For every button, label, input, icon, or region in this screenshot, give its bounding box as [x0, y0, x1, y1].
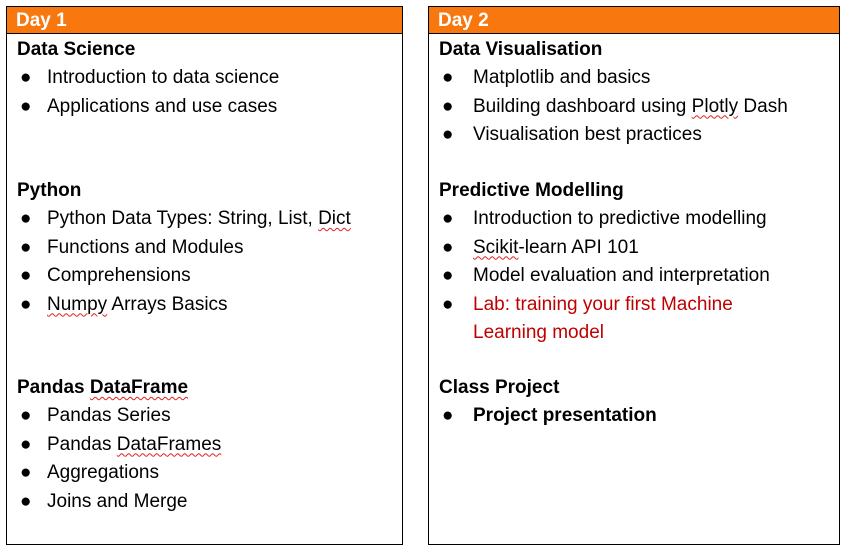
bullet-icon: ● — [442, 95, 454, 117]
item-text-main: Python Data Types: String, List, — [47, 208, 319, 229]
list-item: ● Introduction to predictive modelling — [429, 205, 839, 234]
section-title: Pandas DataFrame — [7, 374, 402, 402]
item-text: Numpy Arrays Basics — [7, 291, 402, 320]
item-text: Project presentation — [473, 405, 657, 426]
bullet-icon: ● — [20, 293, 32, 315]
bullet-icon: ● — [20, 95, 32, 117]
item-text: Matplotlib and basics — [473, 67, 651, 88]
section-title: Class Project — [439, 377, 560, 398]
list-item: ● Comprehensions — [7, 262, 402, 291]
day-1-box: Day 1 Data Science ● Introduction to dat… — [6, 6, 403, 545]
section-pandas: Pandas DataFrame ● Pandas Series ● Panda… — [7, 374, 402, 516]
list-item: ● Scikit-learn API 101 — [429, 234, 839, 263]
item-text: Pandas Series — [47, 405, 171, 426]
item-text: Pandas DataFrames — [7, 431, 402, 460]
section-class-project: Class Project ● Project presentation — [429, 374, 839, 431]
misspelled-word: Scikit — [473, 236, 519, 258]
item-text-main: Pandas — [47, 433, 117, 455]
bullet-icon: ● — [20, 490, 32, 512]
bullet-icon: ● — [20, 462, 32, 483]
item-text: Functions and Modules — [47, 236, 244, 258]
misspelled-word: Numpy — [47, 293, 108, 315]
item-text: Building dashboard using Plotly Dash — [429, 93, 839, 122]
item-text-main: Building dashboard using — [473, 95, 692, 117]
section-predictive-modelling: Predictive Modelling ● Introduction to p… — [429, 177, 839, 348]
misspelled-word: Dict — [318, 208, 351, 229]
section-title: Data Visualisation — [439, 39, 603, 60]
bullet-icon: ● — [442, 293, 454, 315]
bullet-icon: ● — [442, 265, 454, 286]
list-item: ● Model evaluation and interpretation — [429, 262, 839, 291]
misspelled-word: DataFrames — [116, 433, 222, 455]
section-title: Predictive Modelling — [439, 180, 624, 201]
list-item: ● Visualisation best practices — [429, 121, 839, 150]
day-2-header: Day 2 — [429, 7, 839, 34]
item-text: Visualisation best practices — [473, 124, 702, 145]
bullet-icon: ● — [20, 405, 32, 426]
bullet-icon: ● — [20, 208, 32, 229]
section-python: Python ● Python Data Types: String, List… — [7, 177, 402, 319]
list-item: ● Numpy Arrays Basics — [7, 291, 402, 320]
bullet-icon: ● — [442, 124, 454, 145]
list-item: ● Pandas Series — [7, 402, 402, 431]
item-text: Python Data Types: String, List, Dict — [7, 205, 402, 234]
bullet-icon: ● — [442, 208, 454, 229]
item-text: Comprehensions — [47, 265, 191, 286]
list-item: ● Introduction to data science — [7, 64, 402, 93]
misspelled-word: DataFrame — [89, 377, 189, 398]
item-text: Model evaluation and interpretation — [473, 265, 770, 286]
bullet-icon: ● — [20, 67, 32, 88]
day-2-box: Day 2 Data Visualisation ● Matplotlib an… — [428, 6, 840, 545]
bullet-icon: ● — [442, 236, 454, 258]
section-title-text: Pandas — [17, 377, 90, 398]
list-item-lab: ● Lab: training your first Machine Learn… — [429, 291, 839, 348]
item-text: Introduction to data science — [47, 67, 280, 88]
item-text: Scikit-learn API 101 — [429, 234, 839, 263]
section-title: Python — [17, 180, 82, 201]
bullet-icon: ● — [20, 265, 32, 286]
section-title: Data Science — [17, 39, 136, 60]
list-item: ● Python Data Types: String, List, Dict — [7, 205, 402, 234]
misspelled-word: Plotly — [691, 95, 739, 117]
bullet-icon: ● — [20, 236, 32, 258]
list-item: ● Matplotlib and basics — [429, 64, 839, 93]
list-item: ● Project presentation — [429, 402, 839, 431]
section-data-visualisation: Data Visualisation ● Matplotlib and basi… — [429, 36, 839, 150]
item-text-rest: Dash — [738, 95, 788, 117]
day-1-header: Day 1 — [7, 7, 402, 34]
list-item: ● Applications and use cases — [7, 93, 402, 122]
list-item: ● Aggregations — [7, 459, 402, 488]
bullet-icon: ● — [442, 67, 454, 88]
item-text: Joins and Merge — [47, 490, 188, 512]
list-item: ● Joins and Merge — [7, 488, 402, 517]
item-text: Applications and use cases — [47, 95, 278, 117]
item-text-main: Arrays Basics — [107, 293, 228, 315]
section-data-science: Data Science ● Introduction to data scie… — [7, 36, 402, 121]
list-item: ● Functions and Modules — [7, 234, 402, 263]
item-text: Aggregations — [47, 462, 159, 483]
bullet-icon: ● — [20, 433, 32, 455]
item-text: Introduction to predictive modelling — [473, 208, 767, 229]
list-item: ● Building dashboard using Plotly Dash — [429, 93, 839, 122]
item-text: Lab: training your first Machine Learnin… — [473, 293, 733, 344]
bullet-icon: ● — [442, 405, 454, 426]
item-text-main: -learn API 101 — [518, 236, 639, 258]
list-item: ● Pandas DataFrames — [7, 431, 402, 460]
